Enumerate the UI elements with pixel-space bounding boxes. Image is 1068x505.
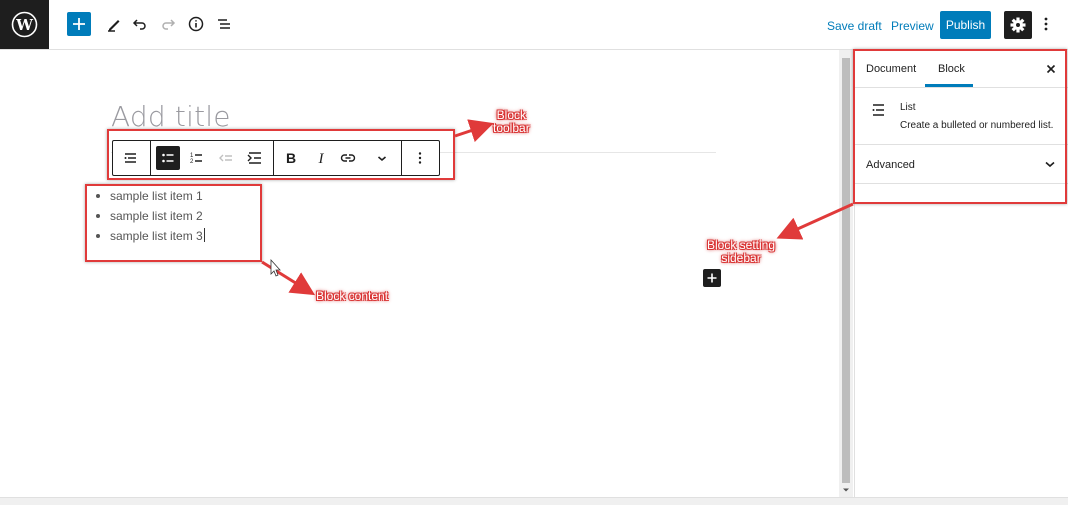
- svg-text:W: W: [15, 16, 34, 34]
- annotation-toolbar-box: [107, 129, 455, 180]
- redo-icon[interactable]: [156, 12, 180, 36]
- scrollbar-thumb[interactable]: [842, 58, 850, 483]
- annotation-label-line: sidebar: [721, 251, 761, 265]
- wordpress-logo-icon[interactable]: W: [0, 0, 49, 49]
- scroll-down-arrow-icon[interactable]: [842, 486, 850, 494]
- undo-icon[interactable]: [128, 12, 152, 36]
- annotation-label-content: Block content: [316, 289, 389, 303]
- annotation-sidebar-box: [853, 49, 1067, 204]
- annotation-label-toolbar: Block toolbar: [493, 109, 530, 135]
- editor-header: W Save draft Preview Publish: [0, 0, 1068, 50]
- save-draft-button[interactable]: Save draft: [827, 19, 882, 33]
- annotation-label-sidebar: Block setting sidebar: [707, 239, 775, 265]
- block-inserter-button[interactable]: [703, 269, 721, 287]
- annotation-label-line: toolbar: [493, 121, 530, 135]
- editor-scrollbar[interactable]: [839, 50, 853, 497]
- annotation-content-box: [85, 184, 262, 262]
- pencil-icon[interactable]: [102, 12, 126, 36]
- add-block-button[interactable]: [67, 12, 91, 36]
- preview-button[interactable]: Preview: [891, 19, 934, 33]
- settings-gear-icon[interactable]: [1004, 11, 1032, 39]
- more-options-icon[interactable]: [1038, 12, 1054, 36]
- info-icon[interactable]: [184, 12, 208, 36]
- list-view-icon[interactable]: [212, 12, 236, 36]
- publish-button[interactable]: Publish: [940, 11, 991, 39]
